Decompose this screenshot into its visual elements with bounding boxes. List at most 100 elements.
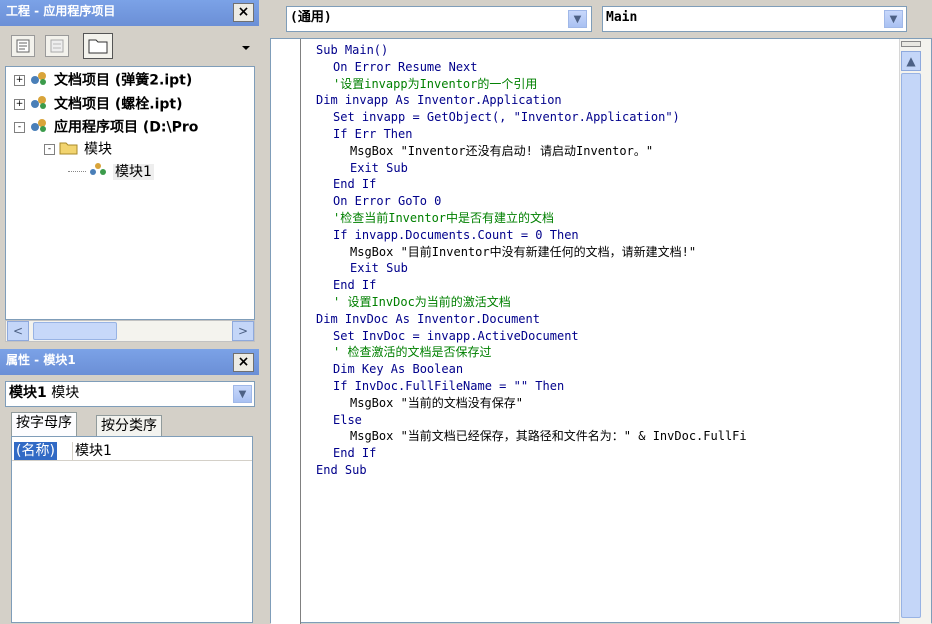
code-line[interactable]: Sub Main() [316, 42, 388, 59]
module-icon [88, 161, 108, 182]
code-line[interactable]: Dim invapp As Inventor.Application [316, 92, 562, 109]
property-row-name[interactable]: (名称) 模块1 [12, 441, 252, 461]
code-line[interactable]: On Error GoTo 0 [316, 193, 441, 210]
code-token: On Error Resume Next [333, 59, 478, 74]
code-token: '设置invapp为Inventor的一个引用 [333, 76, 538, 91]
code-line[interactable]: ' 检查激活的文档是否保存过 [316, 344, 491, 361]
tree-node-bolt-doc[interactable]: + 文档项目 (螺栓.ipt) [14, 94, 183, 115]
tree-node-label: 应用程序项目 (D:\Pro [54, 119, 199, 136]
code-token: Dim InvDoc As Inventor.Document [316, 311, 540, 326]
view-code-icon [16, 39, 30, 53]
view-object-button[interactable] [45, 35, 69, 57]
code-line[interactable]: MsgBox "当前文档已经保存，其路径和文件名为：" & InvDoc.Ful… [316, 428, 747, 445]
properties-pane-close-button[interactable]: × [233, 353, 254, 372]
tree-node-label: 文档项目 (弹簧2.ipt) [54, 72, 193, 89]
view-code-button[interactable] [11, 35, 35, 57]
tree-expand-icon[interactable]: + [14, 99, 25, 110]
view-object-icon [50, 39, 64, 53]
scroll-thumb[interactable] [901, 73, 921, 618]
code-line[interactable]: Dim Key As Boolean [316, 361, 463, 378]
code-line[interactable]: End If [316, 277, 376, 294]
code-line[interactable]: ' 设置InvDoc为当前的激活文档 [316, 294, 511, 311]
code-line[interactable]: End If [316, 445, 376, 462]
code-line[interactable]: Exit Sub [316, 260, 408, 277]
procedure-combo[interactable]: Main [602, 6, 907, 32]
code-line[interactable]: MsgBox "当前的文档没有保存" [316, 395, 523, 412]
project-pane-title-bar: 工程 - 应用程序项目 [0, 0, 259, 26]
code-line[interactable]: End Sub [316, 462, 367, 479]
code-vertical-scrollbar[interactable]: ▲ [899, 39, 931, 624]
properties-pane-title: 属性 - 模块1 [6, 353, 76, 367]
code-token: Dim Key As Boolean [333, 362, 464, 377]
split-bar[interactable] [901, 41, 921, 47]
tree-node-spring-doc[interactable]: + 文档项目 (弹簧2.ipt) [14, 70, 192, 91]
code-token: Exit Sub [350, 160, 408, 175]
project-tree-horizontal-scrollbar[interactable]: < > [5, 320, 255, 342]
code-line[interactable]: Exit Sub [316, 160, 408, 177]
code-line[interactable]: End If [316, 176, 376, 193]
object-combo-dropdown-icon[interactable]: ▼ [568, 10, 587, 28]
scroll-right-button[interactable]: > [232, 321, 254, 341]
scroll-left-button[interactable]: < [7, 321, 29, 341]
code-token: Sub Main() [316, 43, 389, 57]
procedure-combo-dropdown-icon[interactable]: ▼ [884, 10, 903, 28]
code-line[interactable]: On Error Resume Next [316, 59, 478, 76]
code-line[interactable]: If InvDoc.FullFileName = "" Then [316, 378, 564, 395]
object-selector-dropdown-icon[interactable]: ▼ [233, 385, 252, 403]
code-line[interactable]: If invapp.Documents.Count = 0 Then [316, 227, 579, 244]
code-line[interactable]: Dim InvDoc As Inventor.Document [316, 311, 540, 328]
tree-node-module1[interactable]: 模块1 [68, 161, 154, 182]
procedure-combo-value: Main [606, 10, 638, 25]
toolbar-dropdown-arrow-icon[interactable] [242, 46, 250, 50]
object-name: 模块1 [9, 385, 47, 401]
code-token: End If [333, 446, 377, 461]
code-token: Dim invapp As Inventor.Application [316, 93, 562, 108]
project-pane-title: 工程 - 应用程序项目 [6, 4, 116, 18]
code-line[interactable]: Set InvDoc = invapp.ActiveDocument [316, 328, 579, 345]
tree-node-modules-folder[interactable]: - 模块 [44, 139, 112, 160]
object-selector-combo[interactable]: 模块1 模块 [5, 381, 255, 407]
properties-pane-title-bar: 属性 - 模块1 [0, 349, 259, 375]
project-tree: + 文档项目 (弹簧2.ipt) + 文档项目 (螺栓.ipt) - 应用程序项目 (… [5, 66, 255, 320]
tab-categorized[interactable]: 按分类序 [96, 415, 162, 436]
project-pane-close-button[interactable]: × [233, 3, 254, 22]
code-token: End If [333, 278, 377, 293]
code-line[interactable]: Else [316, 412, 362, 429]
code-line[interactable]: '设置invapp为Inventor的一个引用 [316, 76, 537, 93]
code-token: End Sub [316, 463, 367, 477]
tree-collapse-icon[interactable]: - [14, 122, 25, 133]
code-line[interactable]: '检查当前Inventor中是否有建立的文档 [316, 210, 554, 227]
code-editor[interactable]: Sub Main() On Error Resume Next '设置invapp为… [270, 38, 932, 624]
project-icon [29, 94, 49, 115]
project-icon [29, 70, 49, 91]
tree-node-app-project[interactable]: - 应用程序项目 (D:\Pro [14, 117, 198, 138]
toggle-folders-button[interactable] [83, 33, 113, 59]
project-icon [29, 117, 49, 138]
tree-expand-icon[interactable]: + [14, 75, 25, 86]
code-token: ' 设置InvDoc为当前的激活文档 [333, 295, 511, 309]
tree-node-label: 模块 [84, 141, 112, 158]
properties-grid: (名称) 模块1 [11, 436, 253, 623]
tab-alphabetic[interactable]: 按字母序 [11, 412, 77, 436]
code-token: End If [333, 177, 377, 192]
code-token: Set InvDoc = invapp.ActiveDocument [333, 328, 579, 343]
folder-icon [59, 139, 79, 160]
code-token: MsgBox "当前的文档没有保存" [350, 395, 524, 410]
tree-collapse-icon[interactable]: - [44, 144, 55, 155]
code-token: Else [333, 412, 362, 427]
code-line[interactable]: MsgBox "Inventor还没有启动! 请启动Inventor。" [316, 143, 653, 160]
property-value[interactable]: 模块1 [72, 442, 112, 460]
object-combo[interactable]: (通用) [286, 6, 592, 32]
code-line[interactable]: Set invapp = GetObject(, "Inventor.Appli… [316, 109, 680, 126]
code-line[interactable]: MsgBox "目前Inventor中没有新建任何的文档，请新建文档!" [316, 244, 696, 261]
code-token: MsgBox "Inventor还没有启动! 请启动Inventor。" [350, 143, 654, 158]
code-token: Exit Sub [350, 261, 408, 276]
code-lines[interactable]: Sub Main() On Error Resume Next '设置invapp为… [316, 42, 899, 622]
code-token: If InvDoc.FullFileName = "" Then [333, 379, 565, 393]
code-line[interactable]: If Err Then [316, 126, 412, 143]
code-token: ' 检查激活的文档是否保存过 [333, 345, 492, 360]
scroll-up-button[interactable]: ▲ [901, 51, 921, 71]
code-token: MsgBox "目前Inventor中没有新建任何的文档，请新建文档!" [350, 244, 697, 259]
object-combo-value: (通用) [290, 10, 332, 25]
scroll-thumb[interactable] [33, 322, 117, 340]
